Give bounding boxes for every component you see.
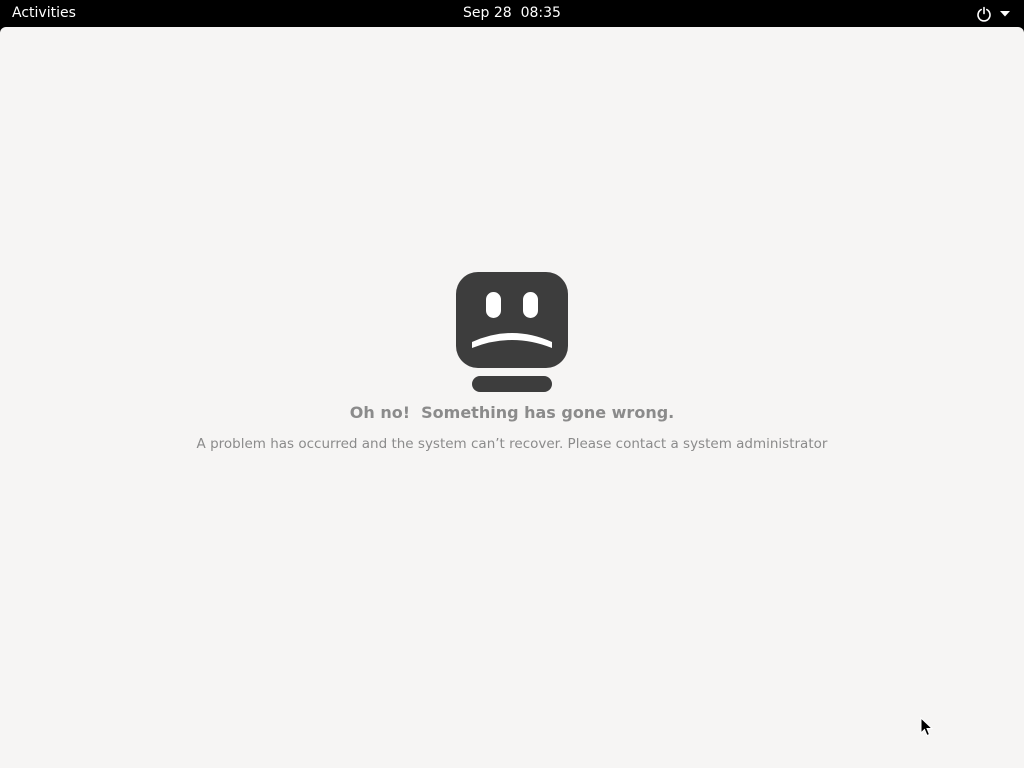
error-title: Oh no! Something has gone wrong.	[349, 403, 675, 422]
power-icon	[977, 6, 991, 22]
sad-computer-icon	[456, 272, 568, 392]
error-screen: Oh no! Something has gone wrong. A probl…	[0, 27, 1024, 768]
system-menu-button[interactable]	[976, 4, 1010, 23]
mouse-pointer-icon	[920, 717, 934, 737]
top-bar: Activities Sep 28 08:35	[0, 0, 1024, 27]
clock-area: Sep 28 08:35	[0, 5, 1024, 22]
activities-button[interactable]: Activities	[12, 5, 76, 22]
chevron-down-icon	[1000, 10, 1010, 16]
clock-button[interactable]: Sep 28 08:35	[463, 5, 561, 21]
error-message: A problem has occurred and the system ca…	[196, 436, 828, 452]
